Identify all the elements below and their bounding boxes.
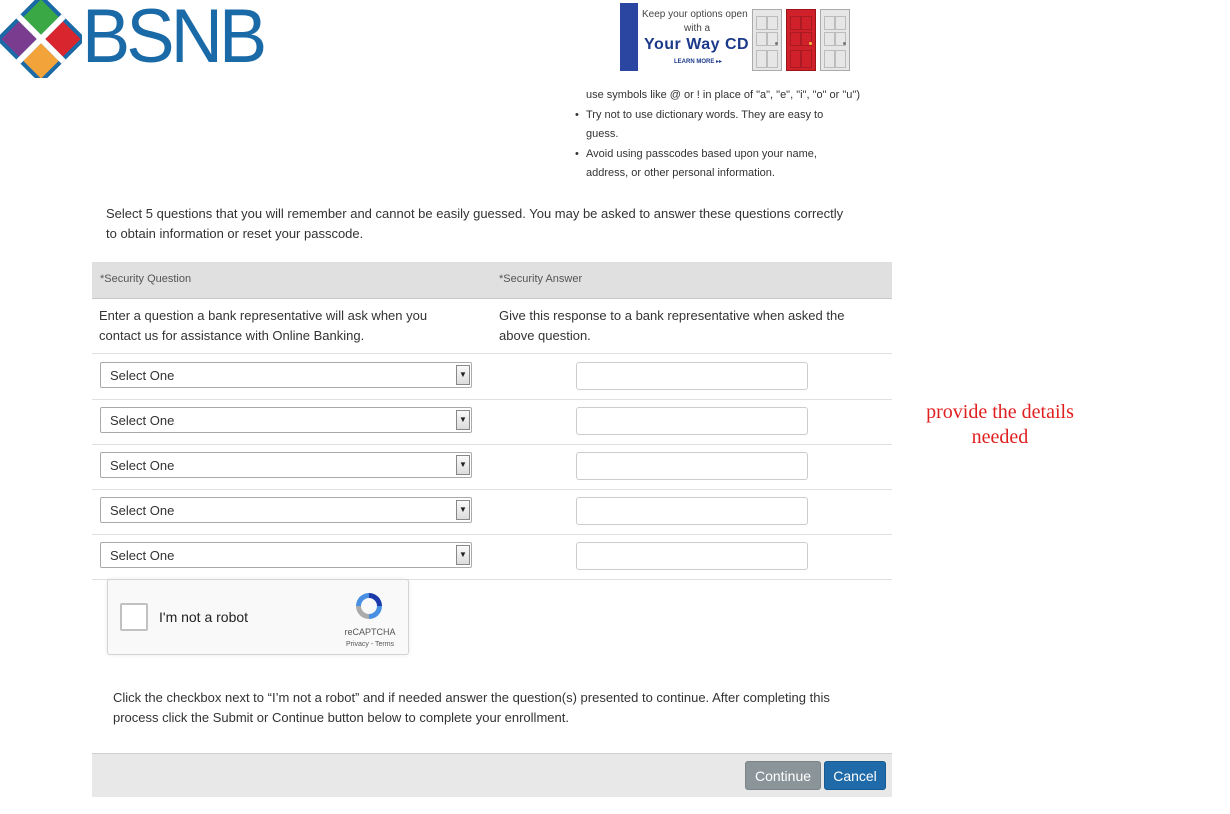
recaptcha-brand: reCAPTCHA <box>344 627 396 637</box>
tip-line: use symbols like @ or ! in place of "a",… <box>586 89 860 101</box>
tip-line: • Avoid using passcodes based upon your n… <box>575 147 817 160</box>
answer-description: Give this response to a bank representat… <box>499 308 845 343</box>
ad-product-name: Your Way CD <box>644 36 750 53</box>
bsnb-logo-icon <box>0 0 82 78</box>
table-row: Select One ▼ <box>92 534 892 580</box>
tip-line: guess. <box>586 128 619 140</box>
cancel-button[interactable]: Cancel <box>824 761 886 790</box>
security-question-select[interactable]: Select One ▼ <box>100 497 472 523</box>
bank-logo-text[interactable]: BSNB <box>82 0 267 80</box>
dropdown-arrow-icon[interactable]: ▼ <box>456 500 470 520</box>
annotation-line: needed <box>971 426 1029 448</box>
ad-headline: Keep your options open <box>642 9 748 20</box>
dropdown-arrow-icon[interactable]: ▼ <box>456 410 470 430</box>
security-questions-intro: Select 5 questions that you will remembe… <box>106 206 844 241</box>
security-question-select[interactable]: Select One ▼ <box>100 407 472 433</box>
select-value: Select One <box>110 548 175 563</box>
select-value: Select One <box>110 368 175 383</box>
security-table-description: Enter a question a bank representative w… <box>92 299 892 354</box>
security-answer-input[interactable] <box>576 362 808 390</box>
select-value: Select One <box>110 413 175 428</box>
security-table-header: *Security Question *Security Answer <box>92 262 892 299</box>
table-row: Select One ▼ <box>92 444 892 490</box>
ad-learn-more-link[interactable]: LEARN MORE ▸▸ <box>674 58 722 65</box>
table-row: Select One ▼ <box>92 399 892 445</box>
ad-subline: with a <box>684 23 711 34</box>
ad-blue-strip <box>620 3 638 71</box>
continue-button[interactable]: Continue <box>745 761 821 790</box>
tip-line: address, or other personal information. <box>586 167 775 179</box>
your-way-cd-ad-banner[interactable]: Keep your options open with a Your Way C… <box>620 3 850 71</box>
dropdown-arrow-icon[interactable]: ▼ <box>456 545 470 565</box>
recaptcha-label: I'm not a robot <box>159 609 249 625</box>
dropdown-arrow-icon[interactable]: ▼ <box>456 455 470 475</box>
passcode-tips: use symbols like @ or ! in place of "a",… <box>575 86 886 184</box>
security-answer-input[interactable] <box>576 407 808 435</box>
door-icon <box>820 9 850 71</box>
tip-line: • Try not to use dictionary words. They a… <box>575 108 824 121</box>
security-answer-input[interactable] <box>576 542 808 570</box>
captcha-instructions: Click the checkbox next to “I’m not a ro… <box>113 690 830 725</box>
security-answer-input[interactable] <box>576 497 808 525</box>
security-question-select[interactable]: Select One ▼ <box>100 362 472 388</box>
select-value: Select One <box>110 503 175 518</box>
form-footer: Continue Cancel <box>92 753 892 797</box>
select-value: Select One <box>110 458 175 473</box>
security-question-select[interactable]: Select One ▼ <box>100 542 472 568</box>
door-icon <box>752 9 782 71</box>
dropdown-arrow-icon[interactable]: ▼ <box>456 365 470 385</box>
recaptcha-logo-icon <box>356 593 382 619</box>
recaptcha-widget: I'm not a robot reCAPTCHA Privacy - Term… <box>107 579 409 655</box>
recaptcha-checkbox[interactable] <box>120 603 148 631</box>
security-answer-input[interactable] <box>576 452 808 480</box>
red-door-icon <box>786 9 816 71</box>
table-row: Select One ▼ <box>92 354 892 400</box>
recaptcha-privacy-terms-links[interactable]: Privacy - Terms <box>340 641 400 648</box>
header-security-answer: *Security Answer <box>499 273 583 285</box>
instruction-annotation: provide the details needed <box>900 400 1100 450</box>
table-row: Select One ▼ <box>92 489 892 535</box>
security-question-select[interactable]: Select One ▼ <box>100 452 472 478</box>
header-security-question: *Security Question <box>100 273 192 285</box>
question-description: Enter a question a bank representative w… <box>99 308 428 343</box>
annotation-line: provide the details <box>926 401 1074 423</box>
